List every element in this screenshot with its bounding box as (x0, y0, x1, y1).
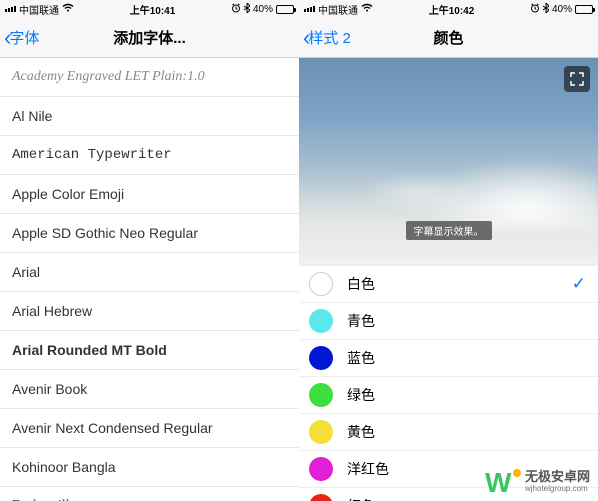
color-item-yellow[interactable]: 黄色 (299, 414, 598, 451)
color-item-blue[interactable]: 蓝色 (299, 340, 598, 377)
wifi-icon (62, 3, 74, 15)
back-label: 样式 2 (308, 27, 351, 48)
bluetooth-icon (543, 3, 549, 16)
font-item[interactable]: Apple SD Gothic Neo Regular (0, 214, 299, 253)
signal-icon (5, 6, 16, 12)
battery-icon (276, 5, 294, 14)
status-bar: 中国联通 上午10:41 40% (0, 0, 299, 18)
battery-icon (575, 5, 593, 14)
phone-left: 中国联通 上午10:41 40% ‹ 字体 添加字体... Academy En… (0, 0, 299, 501)
carrier-label: 中国联通 (19, 2, 59, 17)
alarm-icon (530, 3, 540, 16)
status-time: 上午10:41 (130, 2, 176, 17)
color-label: 黄色 (347, 422, 586, 442)
font-item[interactable]: Academy Engraved LET Plain:1.0 (0, 58, 299, 97)
color-swatch (309, 383, 333, 407)
color-label: 洋红色 (347, 459, 586, 479)
battery-percent: 40% (253, 4, 273, 15)
color-swatch (309, 272, 333, 296)
back-button[interactable]: ‹ 样式 2 (299, 27, 351, 49)
font-item[interactable]: Al Nile (0, 97, 299, 136)
status-time: 上午10:42 (429, 2, 475, 17)
section-gap (299, 258, 598, 266)
battery-percent: 40% (552, 4, 572, 15)
color-swatch (309, 309, 333, 333)
color-label: 蓝色 (347, 348, 586, 368)
font-item[interactable]: Arial (0, 253, 299, 292)
color-list: 白色 ✓ 青色 蓝色 绿色 黄色 洋红色 红色 (299, 266, 598, 501)
checkmark-icon: ✓ (572, 274, 586, 294)
font-item[interactable]: Arial Rounded MT Bold (0, 331, 299, 370)
nav-bar: ‹ 样式 2 颜色 (299, 18, 598, 58)
phone-right: 中国联通 上午10:42 40% ‹ 样式 2 颜色 字幕显 (299, 0, 598, 501)
color-item-red[interactable]: 红色 (299, 488, 598, 501)
font-item[interactable]: Apple Color Emoji (0, 175, 299, 214)
color-label: 绿色 (347, 385, 586, 405)
bluetooth-icon (244, 3, 250, 16)
back-button[interactable]: ‹ 字体 (0, 27, 39, 49)
alarm-icon (231, 3, 241, 16)
expand-icon (570, 72, 584, 86)
color-label: 红色 (347, 496, 586, 501)
color-item-cyan[interactable]: 青色 (299, 303, 598, 340)
font-item[interactable]: Avenir Book (0, 370, 299, 409)
font-item[interactable]: Avenir Next Condensed Regular (0, 409, 299, 448)
nav-bar: ‹ 字体 添加字体... (0, 18, 299, 58)
wifi-icon (361, 3, 373, 15)
back-label: 字体 (9, 27, 39, 48)
font-item[interactable]: Arial Hebrew (0, 292, 299, 331)
subtitle-demo: 字幕显示效果。 (406, 221, 492, 240)
carrier-label: 中国联通 (318, 2, 358, 17)
color-label: 青色 (347, 311, 586, 331)
color-item-white[interactable]: 白色 ✓ (299, 266, 598, 303)
status-bar: 中国联通 上午10:42 40% (299, 0, 598, 18)
color-label: 白色 (347, 274, 572, 294)
font-item[interactable]: Kohinoor Bangla (0, 448, 299, 487)
color-swatch (309, 457, 333, 481)
expand-button[interactable] (564, 66, 590, 92)
font-list: Academy Engraved LET Plain:1.0 Al Nile A… (0, 58, 299, 501)
color-swatch (309, 346, 333, 370)
font-item[interactable]: American Typewriter (0, 136, 299, 175)
page-title: 添加字体... (113, 27, 186, 48)
preview-pane: 字幕显示效果。 (299, 58, 598, 258)
font-item[interactable]: Baskerville (0, 487, 299, 501)
signal-icon (304, 6, 315, 12)
color-swatch (309, 420, 333, 444)
color-swatch (309, 494, 333, 501)
color-item-green[interactable]: 绿色 (299, 377, 598, 414)
color-item-magenta[interactable]: 洋红色 (299, 451, 598, 488)
page-title: 颜色 (433, 27, 463, 48)
